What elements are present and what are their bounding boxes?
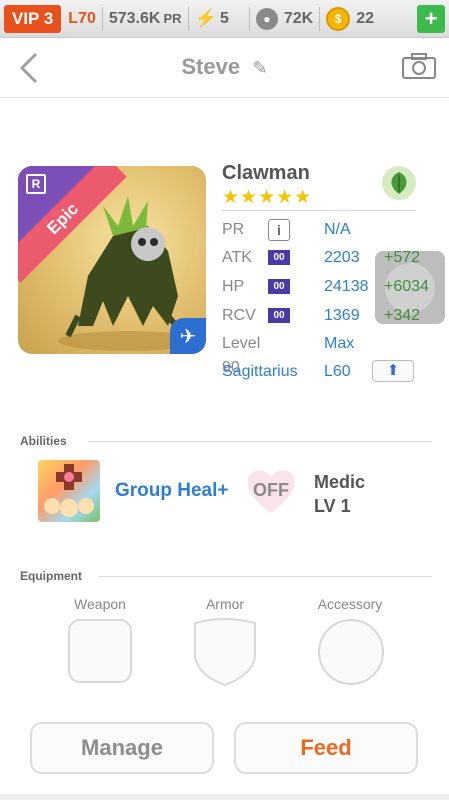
- leaf-icon: [382, 166, 416, 200]
- header: Steve ✎: [0, 38, 449, 98]
- player-pr: 573.6K: [108, 9, 161, 27]
- class-name: Medic: [314, 472, 366, 492]
- camera-icon: [402, 53, 436, 79]
- paw-icon: ●: [255, 7, 278, 30]
- stat-level-box: 00: [268, 308, 290, 323]
- stat-value: 2203: [324, 249, 360, 266]
- stat-bonus-atk: +572: [384, 246, 420, 270]
- accessory-label: Accessory: [317, 596, 383, 612]
- manage-button[interactable]: Manage: [30, 722, 214, 774]
- heal-ability-icon: [44, 464, 94, 517]
- pr-suffix: PR: [163, 11, 182, 26]
- equipment-section-label: Equipment: [20, 569, 82, 583]
- divider: [222, 210, 416, 211]
- accessory-slot[interactable]: [318, 619, 384, 685]
- food-count: 72K: [283, 9, 314, 27]
- stat-bonus-rcv: +342: [384, 304, 420, 328]
- energy-count: 5: [219, 9, 229, 27]
- camera-button[interactable]: [401, 52, 437, 85]
- stat-value: 24138: [324, 278, 369, 295]
- divider: [319, 6, 321, 31]
- stat-value: 1369: [324, 307, 360, 324]
- vip-badge[interactable]: VIP 3: [4, 4, 62, 33]
- divider: [101, 6, 103, 31]
- zodiac-level: L60: [324, 363, 351, 380]
- class-level: LV 1: [314, 496, 351, 516]
- player-level: L70: [68, 9, 96, 27]
- abilities-section-label: Abilities: [20, 434, 67, 448]
- weapon-label: Weapon: [74, 596, 126, 612]
- bottom-bar: [0, 794, 449, 800]
- feed-button[interactable]: Feed: [234, 722, 418, 774]
- coin-count: 22: [356, 9, 374, 27]
- coin-icon: $: [326, 6, 351, 31]
- arrow-up-icon: ⬆: [386, 362, 400, 379]
- add-coins-button[interactable]: +: [417, 5, 445, 33]
- monster-name: Clawman: [222, 162, 310, 184]
- stat-bonus: +6034: [384, 278, 429, 295]
- title-wrap: Steve ✎: [0, 54, 449, 80]
- stat-bonus-hp: +6034: [384, 275, 429, 299]
- divider: [248, 6, 250, 31]
- divider: [88, 441, 432, 442]
- stat-bonus: +342: [384, 307, 421, 324]
- upgrade-button[interactable]: ⬆: [372, 360, 414, 382]
- edit-icon[interactable]: ✎: [253, 58, 268, 78]
- stat-value: N/A: [324, 221, 351, 238]
- level-value: Max: [324, 335, 355, 352]
- stat-level-box: 00: [268, 250, 290, 265]
- stat-label: ATK: [222, 249, 252, 266]
- energy-icon: ⚡: [194, 8, 217, 28]
- ability-name[interactable]: Group Heal+: [115, 480, 229, 502]
- stat-label: PR: [222, 221, 245, 238]
- stat-label: RCV: [222, 307, 256, 324]
- divider: [98, 576, 432, 577]
- weapon-slot[interactable]: [68, 619, 132, 683]
- ability-icon[interactable]: [38, 460, 100, 522]
- ability-toggle[interactable]: OFF: [242, 480, 300, 501]
- monster-portrait[interactable]: R Epic ✈: [18, 166, 206, 354]
- armor-label: Armor: [205, 596, 245, 612]
- info-icon[interactable]: i: [268, 219, 290, 241]
- armor-slot[interactable]: [192, 617, 258, 687]
- zodiac-link[interactable]: Sagittarius: [222, 360, 298, 384]
- status-bar: VIP 3 L70 573.6K PR ⚡ 5 ● 72K $ 22 +: [0, 0, 449, 38]
- rank-badge: R: [26, 174, 46, 194]
- airplane-icon: ✈: [170, 318, 206, 354]
- star-rating: ★★★★★: [222, 187, 313, 208]
- stat-level-box: 00: [268, 279, 290, 294]
- class-info: Medic LV 1: [314, 470, 365, 518]
- divider: [187, 6, 189, 31]
- stat-bonus: +572: [384, 249, 421, 266]
- stat-label: HP: [222, 278, 245, 295]
- page-title[interactable]: Steve: [181, 54, 240, 79]
